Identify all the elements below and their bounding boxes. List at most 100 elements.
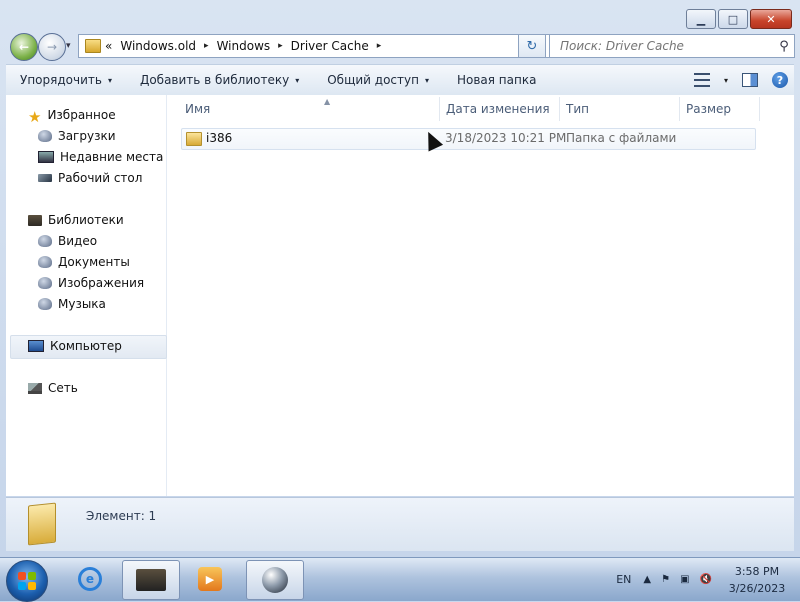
chevron-down-icon: ▾	[295, 75, 300, 85]
column-divider[interactable]	[759, 97, 760, 121]
share-with-button[interactable]: Общий доступ ▾	[313, 65, 443, 95]
sidebar-item-label: Видео	[58, 234, 98, 248]
command-bar: Упорядочить ▾ Добавить в библиотеку ▾ Об…	[6, 64, 794, 96]
recent-pages-dropdown[interactable]: ▾	[66, 41, 71, 51]
preview-pane-icon[interactable]	[742, 73, 758, 87]
show-hidden-icons-icon[interactable]: ▲	[643, 574, 651, 585]
column-header-label: Имя	[185, 102, 211, 116]
taskbar-app-sphere[interactable]	[246, 560, 304, 600]
address-bar[interactable]: « Windows.old ▸ Windows ▸ Driver Cache ▸…	[78, 34, 550, 58]
sidebar-item-label: Изображения	[58, 276, 145, 290]
add-to-library-label: Добавить в библиотеку	[139, 73, 290, 87]
folder-icon	[85, 39, 101, 53]
sphere-app-icon	[262, 567, 288, 593]
sort-ascending-icon: ▲	[324, 97, 331, 106]
computer-icon	[28, 340, 44, 352]
add-to-library-button[interactable]: Добавить в библиотеку ▾	[126, 65, 313, 95]
windows-logo-icon	[18, 572, 36, 590]
taskbar-internet-explorer[interactable]: e	[62, 560, 118, 598]
change-view-icon[interactable]	[693, 73, 710, 87]
back-button[interactable]: ←	[10, 33, 38, 61]
refresh-button[interactable]: ↻	[518, 34, 546, 58]
column-header-date-modified[interactable]: Дата изменения	[446, 99, 550, 119]
breadcrumb-separator-icon[interactable]: ▸	[278, 41, 283, 51]
file-name: i386	[206, 131, 233, 145]
volume-muted-icon[interactable]: 🔇	[700, 574, 712, 585]
windows-explorer-icon	[136, 569, 166, 591]
sidebar-item-label: Библиотеки	[48, 213, 124, 227]
downloads-icon	[38, 130, 52, 142]
network-status-icon[interactable]: ▣	[680, 574, 689, 585]
media-player-icon: ▶	[198, 567, 222, 591]
close-button[interactable]: ✕	[750, 9, 792, 29]
maximize-button[interactable]: □	[718, 9, 748, 29]
search-box[interactable]: ⚲	[549, 34, 795, 58]
chevron-down-icon: ▾	[424, 75, 429, 85]
breadcrumb-separator-icon[interactable]: ▸	[204, 41, 209, 51]
sidebar-item-recent-places[interactable]: Недавние места	[38, 147, 163, 167]
file-list: Имя ▲ Дата изменения Тип Размер i386 3/1…	[167, 95, 794, 496]
pictures-library-icon	[38, 277, 52, 289]
forward-arrow-icon: →	[46, 40, 58, 54]
sidebar-item-music[interactable]: Музыка	[38, 294, 106, 314]
action-center-flag-icon[interactable]: ⚑	[661, 574, 670, 585]
sidebar-item-computer[interactable]: Компьютер	[28, 336, 122, 356]
column-header-size[interactable]: Размер	[686, 99, 731, 119]
navigation-pane: ★ Избранное Загрузки Недавние места Рабо…	[6, 95, 167, 496]
star-icon: ★	[28, 108, 42, 126]
minimize-button[interactable]: ▁	[686, 9, 716, 29]
sidebar-item-desktop[interactable]: Рабочий стол	[38, 168, 142, 188]
forward-button[interactable]: →	[38, 33, 66, 61]
new-folder-button[interactable]: Новая папка	[443, 65, 550, 95]
documents-library-icon	[38, 256, 52, 268]
sidebar-item-label: Избранное	[47, 108, 116, 122]
video-library-icon	[38, 235, 52, 247]
view-options-dropdown-icon[interactable]: ▾	[724, 76, 728, 85]
item-count: Элемент: 1	[86, 509, 157, 523]
help-icon[interactable]: ?	[772, 72, 788, 88]
caption-buttons: ▁ □ ✕	[686, 9, 792, 29]
sidebar-item-network[interactable]: Сеть	[28, 378, 78, 398]
sidebar-item-documents[interactable]: Документы	[38, 252, 130, 272]
sidebar-item-libraries[interactable]: Библиотеки	[28, 210, 124, 230]
file-row[interactable]: i386 3/18/2023 10:21 PM Папка с файлами	[181, 128, 756, 150]
start-button[interactable]	[6, 560, 48, 602]
column-header-label: Дата изменения	[446, 102, 550, 116]
network-icon	[28, 382, 42, 394]
breadcrumb-item-driver-cache[interactable]: Driver Cache	[291, 39, 369, 53]
column-header-name[interactable]: Имя ▲	[185, 97, 330, 119]
breadcrumb-item-windows[interactable]: Windows	[217, 39, 271, 53]
organize-menu-button[interactable]: Упорядочить ▾	[6, 65, 126, 95]
sidebar-item-downloads[interactable]: Загрузки	[38, 126, 116, 146]
column-divider[interactable]	[679, 97, 680, 121]
chevron-down-icon: ▾	[107, 75, 112, 85]
organize-label: Упорядочить	[20, 73, 102, 87]
recent-places-icon	[38, 151, 54, 163]
navigation-bar: ← → ▾ « Windows.old ▸ Windows ▸ Driver C…	[6, 33, 795, 61]
column-divider[interactable]	[559, 97, 560, 121]
music-library-icon	[38, 298, 52, 310]
folder-icon	[186, 132, 202, 146]
share-with-label: Общий доступ	[327, 73, 419, 87]
clock[interactable]: 3:58 PM 3/26/2023	[722, 563, 792, 597]
internet-explorer-icon: e	[78, 567, 102, 591]
column-divider[interactable]	[439, 97, 440, 121]
column-header-type[interactable]: Тип	[566, 99, 589, 119]
sidebar-item-label: Музыка	[58, 297, 106, 311]
libraries-icon	[28, 214, 42, 226]
breadcrumb-separator-icon[interactable]: ▸	[377, 41, 382, 51]
clock-time: 3:58 PM	[734, 564, 780, 578]
search-icon[interactable]: ⚲	[774, 39, 794, 54]
sidebar-item-favorites[interactable]: ★ Избранное	[28, 105, 116, 126]
content-area: ★ Избранное Загрузки Недавние места Рабо…	[6, 95, 794, 496]
folder-icon	[28, 502, 56, 546]
sidebar-item-label: Сеть	[48, 381, 78, 395]
language-indicator[interactable]: EN	[616, 573, 631, 586]
sidebar-item-pictures[interactable]: Изображения	[38, 273, 144, 293]
breadcrumb-item-windows-old[interactable]: Windows.old	[120, 39, 196, 53]
sidebar-item-video[interactable]: Видео	[38, 231, 97, 251]
taskbar-media-player[interactable]: ▶	[182, 560, 238, 598]
breadcrumb-overflow[interactable]: «	[105, 39, 112, 53]
search-input[interactable]	[558, 38, 774, 54]
taskbar-windows-explorer[interactable]	[122, 560, 180, 600]
